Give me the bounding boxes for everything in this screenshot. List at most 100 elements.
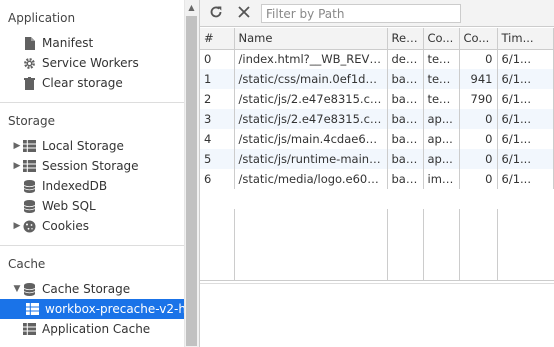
cell-content-type: ap... [423,129,460,149]
cell-content-length: 0 [459,169,498,189]
cell-content-type: ap... [423,109,460,129]
expand-arrow-icon[interactable]: ▶ [12,161,22,171]
sidebar-item-manifest[interactable]: Manifest [0,33,184,53]
cell-response-type: basic [387,169,424,189]
grid-icon [26,302,39,316]
sidebar-item-label: Cookies [42,219,89,233]
table-row[interactable]: 4 /static/js/main.4cdae61d... basic ap..… [200,129,554,149]
database-icon [22,282,36,296]
clear-button[interactable] [235,4,253,22]
sidebar-item-workbox-precache[interactable]: workbox-precache-v2-h [0,299,184,319]
document-icon [22,36,36,50]
refresh-icon [209,5,223,22]
table-row[interactable]: 6 /static/media/logo.e60d9... basic ima.… [200,169,554,189]
sidebar-item-label: IndexedDB [42,179,108,193]
column-header-index[interactable]: # [200,28,235,50]
cell-name: /static/js/main.4cdae61d... [234,129,388,149]
column-header-content-length[interactable]: Co... [459,28,498,50]
column-header-name[interactable]: Name [234,28,388,50]
cell-content-type: text... [423,49,460,69]
cell-time-cached: 6/1... [497,49,554,69]
cell-name: /static/js/2.e47e8315.chu... [234,109,388,129]
sidebar-item-web-sql[interactable]: Web SQL [0,196,184,216]
cell-name: /static/css/main.0ef1dab... [234,69,388,89]
column-divider [423,209,424,280]
sidebar-item-label: Local Storage [42,139,124,153]
sidebar-item-label: Clear storage [42,76,123,90]
cell-index: 2 [200,89,235,109]
divider [0,245,184,246]
cell-content-length: 0 [459,109,498,129]
sidebar-item-cookies[interactable]: ▶ Cookies [0,216,184,236]
database-icon [22,199,36,213]
gear-icon [22,56,36,70]
sidebar-item-label: workbox-precache-v2-h [45,302,184,316]
table-row[interactable]: 3 /static/js/2.e47e8315.chu... basic ap.… [200,109,554,129]
expand-arrow-icon[interactable]: ▶ [12,221,22,231]
cell-content-length: 0 [459,49,498,69]
section-title-storage: Storage [8,114,55,128]
cell-response-type: basic [387,149,424,169]
cache-storage-panel: # Name Res... Co... Co... Tim... 0 /inde… [199,0,554,347]
sidebar-item-label: Manifest [42,36,94,50]
cell-response-type: def... [387,49,424,69]
sidebar-item-service-workers[interactable]: Service Workers [0,53,184,73]
sidebar-item-label: Service Workers [42,56,139,70]
cell-response-type: basic [387,109,424,129]
column-header-content-type[interactable]: Co... [423,28,460,50]
cell-content-length: 790 [459,89,498,109]
entries-table: # Name Res... Co... Co... Tim... 0 /inde… [200,28,554,280]
sidebar-item-local-storage[interactable]: ▶ Local Storage [0,136,184,156]
cell-index: 3 [200,109,235,129]
cell-index: 4 [200,129,235,149]
sidebar-item-session-storage[interactable]: ▶ Session Storage [0,156,184,176]
sidebar-item-label: Web SQL [42,199,96,213]
preview-pane [200,283,554,347]
cell-content-length: 941 [459,69,498,89]
column-header-response-type[interactable]: Res... [387,28,424,50]
cell-name: /static/js/2.e47e8315.chu... [234,89,388,109]
cell-name: /static/js/runtime-main.b... [234,149,388,169]
cell-response-type: basic [387,69,424,89]
table-row[interactable]: 0 /index.html?__WB_REVISI... def... text… [200,49,554,69]
section-title-cache: Cache [8,257,46,271]
cell-content-type: text... [423,69,460,89]
scroll-up-arrow-icon[interactable]: ▲ [186,3,197,13]
expand-arrow-icon[interactable]: ▶ [12,141,22,151]
column-divider [459,209,460,280]
cookie-icon [22,219,36,233]
database-icon [22,179,36,193]
sidebar-scrollbar-thumb[interactable] [186,16,197,346]
table-row[interactable]: 5 /static/js/runtime-main.b... basic ap.… [200,149,554,169]
table-row[interactable]: 1 /static/css/main.0ef1dab... basic text… [200,69,554,89]
sidebar-item-cache-storage[interactable]: ▼ Cache Storage [0,279,184,299]
cell-response-type: basic [387,89,424,109]
sidebar-item-label: Cache Storage [42,282,131,296]
sidebar-item-label: Application Cache [42,322,151,336]
cell-content-length: 0 [459,149,498,169]
cell-content-type: ima... [423,169,460,189]
cell-index: 1 [200,69,235,89]
sidebar-item-application-cache[interactable]: Application Cache [0,319,184,339]
sidebar-item-indexeddb[interactable]: IndexedDB [0,176,184,196]
cell-time-cached: 6/1... [497,109,554,129]
column-header-time-cached[interactable]: Tim... [497,28,554,50]
cell-index: 5 [200,149,235,169]
grid-icon [22,322,36,336]
cell-time-cached: 6/1... [497,129,554,149]
column-divider [234,209,235,280]
sidebar-item-clear-storage[interactable]: Clear storage [0,73,184,93]
cell-time-cached: 6/1... [497,169,554,189]
cell-time-cached: 6/1... [497,89,554,109]
refresh-button[interactable] [207,4,225,22]
sidebar-item-label: Session Storage [42,159,139,173]
trash-icon [22,76,36,90]
split-divider[interactable] [200,280,554,281]
collapse-arrow-icon[interactable]: ▼ [12,284,22,294]
table-header-row: # Name Res... Co... Co... Tim... [200,28,554,50]
table-row[interactable]: 2 /static/js/2.e47e8315.chu... basic tex… [200,89,554,109]
filter-input[interactable] [261,4,461,23]
cell-time-cached: 6/1... [497,69,554,89]
close-icon [238,5,250,21]
cell-content-type: text... [423,89,460,109]
